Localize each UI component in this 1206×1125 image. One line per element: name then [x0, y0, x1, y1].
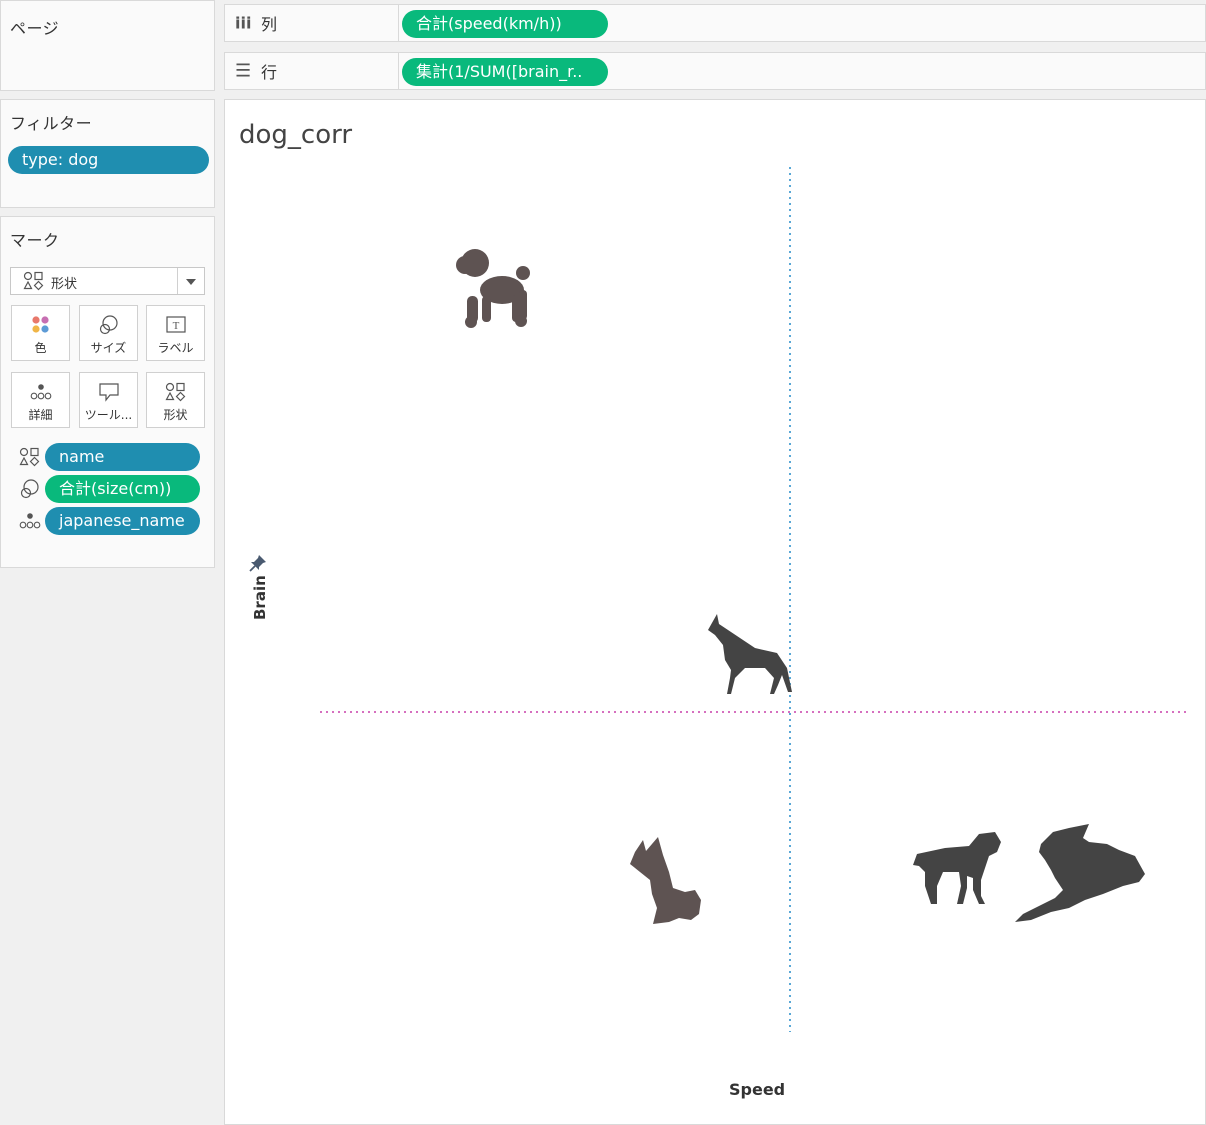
dog-mark-poodle [456, 249, 530, 328]
chevron-down-icon[interactable] [177, 268, 204, 294]
shape-icon [165, 382, 186, 402]
shape-button[interactable]: 形状 [146, 372, 205, 428]
filters-panel-title: フィルター [10, 114, 93, 133]
tooltip-button-label: ツール... [84, 408, 133, 422]
pages-panel-title: ページ [10, 19, 60, 38]
color-button-label: 色 [34, 341, 47, 355]
svg-text:T: T [173, 320, 180, 332]
tooltip-icon [99, 383, 119, 402]
field-pill-size[interactable]: 合計(size(cm)) [45, 475, 200, 503]
columns-label: 列 [261, 15, 278, 34]
filter-pill-type[interactable]: type: dog [8, 146, 209, 174]
detail-button[interactable]: 詳細 [11, 372, 70, 428]
columns-icon: iii [235, 13, 252, 33]
size-button-label: サイズ [90, 341, 127, 355]
color-icon [32, 316, 49, 333]
rows-shelf-label: ☰ 行 [225, 53, 399, 89]
label-button[interactable]: T ラベル [146, 305, 205, 361]
plot-area [320, 167, 1187, 1032]
label-button-label: ラベル [157, 341, 194, 355]
shape-button-label: 形状 [163, 408, 188, 422]
dog-mark-shiba [630, 837, 701, 924]
mark-type-label: 形状 [51, 277, 78, 292]
rows-shelf[interactable]: ☰ 行 集計(1/SUM([brain_r.. [224, 52, 1206, 90]
dog-mark-pointer [913, 832, 1001, 904]
size-icon [20, 479, 39, 499]
dog-mark-greyhound [1015, 824, 1145, 922]
dog-mark-doberman [708, 614, 792, 694]
label-icon: T [166, 316, 186, 333]
size-icon [99, 315, 118, 335]
detail-icon [19, 513, 41, 529]
detail-icon [30, 384, 52, 400]
field-pill-name[interactable]: name [45, 443, 200, 471]
columns-pill[interactable]: 合計(speed(km/h)) [402, 10, 608, 38]
filters-panel: フィルター type: dog [0, 99, 215, 208]
marks-panel-title: マーク [10, 231, 60, 250]
rows-icon: ☰ [235, 60, 252, 82]
rows-label: 行 [261, 63, 278, 82]
columns-shelf[interactable]: iii 列 合計(speed(km/h)) [224, 4, 1206, 42]
detail-button-label: 詳細 [28, 408, 53, 422]
shape-icon [19, 447, 40, 467]
pages-panel: ページ [0, 0, 215, 91]
marks-panel: マーク 形状 色 サイズ T ラベル 詳細 ツール... 形状 name 合計(… [0, 216, 215, 568]
columns-shelf-label: iii 列 [225, 5, 399, 41]
shape-icon [23, 271, 44, 291]
viz-area[interactable]: dog_corr Brain Speed [224, 99, 1206, 1125]
rows-pill[interactable]: 集計(1/SUM([brain_r.. [402, 58, 608, 86]
mark-type-dropdown[interactable]: 形状 [10, 267, 205, 295]
size-button[interactable]: サイズ [79, 305, 138, 361]
color-button[interactable]: 色 [11, 305, 70, 361]
field-pill-japanese-name[interactable]: japanese_name [45, 507, 200, 535]
tooltip-button[interactable]: ツール... [79, 372, 138, 428]
